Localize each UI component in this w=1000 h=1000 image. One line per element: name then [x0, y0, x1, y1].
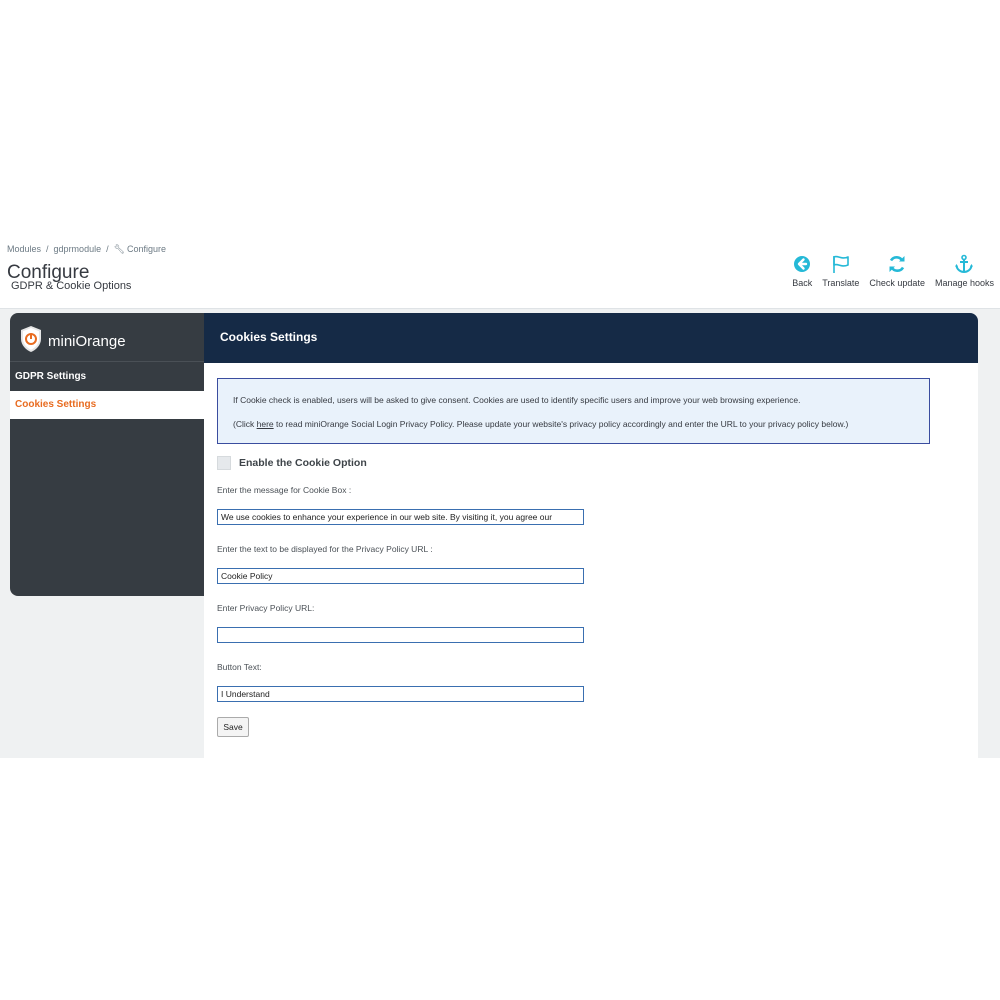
sidebar: miniOrange GDPR Settings Cookies Setting…: [10, 313, 208, 596]
anchor-icon: [955, 254, 974, 274]
info-box: If Cookie check is enabled, users will b…: [217, 378, 930, 444]
panel-header: Cookies Settings: [204, 313, 978, 363]
breadcrumb: Modules / gdprmodule / 🔧︎ Configure: [7, 244, 166, 255]
app-window: Modules / gdprmodule / 🔧︎ Configure Configure…: [0, 240, 1000, 758]
brand: miniOrange: [10, 313, 208, 362]
back-label: Back: [792, 278, 813, 288]
info-text-consent: If Cookie check is enabled, users will b…: [233, 395, 801, 405]
brand-name: miniOrange: [48, 333, 126, 350]
refresh-icon: [889, 256, 905, 272]
wrench-icon: 🔧︎: [113, 244, 126, 254]
translate-button[interactable]: Translate: [822, 254, 859, 288]
check-update-label: Check update: [869, 278, 925, 288]
breadcrumb-modules[interactable]: Modules: [7, 244, 41, 254]
policy-url-input[interactable]: [217, 627, 584, 643]
enable-cookie-label: Enable the Cookie Option: [239, 457, 367, 469]
button-text-label: Button Text:: [217, 662, 262, 672]
info-text-prefix: (Click: [233, 419, 257, 429]
info-text-policy: (Click here to read miniOrange Social Lo…: [233, 419, 848, 429]
policy-url-label: Enter Privacy Policy URL:: [217, 603, 315, 613]
cookie-message-input[interactable]: We use cookies to enhance your experienc…: [217, 509, 584, 525]
settings-form: If Cookie check is enabled, users will b…: [204, 363, 978, 758]
cookie-message-label: Enter the message for Cookie Box :: [217, 485, 352, 495]
translate-label: Translate: [822, 278, 860, 288]
info-text-suffix: to read miniOrange Social Login Privacy …: [273, 419, 849, 429]
breadcrumb-gdprmodule[interactable]: gdprmodule: [54, 244, 102, 254]
button-text-input[interactable]: I Understand: [217, 686, 584, 702]
manage-hooks-button[interactable]: Manage hooks: [935, 254, 994, 288]
breadcrumb-separator: /: [46, 244, 49, 254]
sidebar-item-gdpr-settings[interactable]: GDPR Settings: [10, 363, 208, 391]
back-button[interactable]: Back: [792, 254, 812, 288]
enable-cookie-option-row: Enable the Cookie Option: [217, 456, 367, 470]
panel-title: Cookies Settings: [220, 330, 318, 344]
policy-text-input[interactable]: Cookie Policy: [217, 568, 584, 584]
breadcrumb-configure: Configure: [127, 244, 167, 254]
flag-icon: [833, 255, 849, 273]
manage-hooks-label: Manage hooks: [934, 278, 994, 288]
arrow-left-circle-icon: [794, 256, 811, 272]
page-subtitle: GDPR & Cookie Options: [11, 280, 132, 292]
enable-cookie-checkbox[interactable]: [217, 456, 231, 470]
sidebar-item-cookies-settings[interactable]: Cookies Settings: [10, 391, 208, 419]
page-header: Modules / gdprmodule / 🔧︎ Configure Configure…: [0, 240, 1000, 309]
check-update-button[interactable]: Check update: [869, 254, 925, 288]
save-button[interactable]: Save: [217, 717, 249, 737]
breadcrumb-separator: /: [106, 244, 109, 254]
privacy-policy-link[interactable]: here: [257, 419, 274, 429]
toolbar: Back Translate Check update Manage hooks: [782, 254, 994, 288]
policy-text-label: Enter the text to be displayed for the P…: [217, 544, 433, 554]
miniorange-shield-logo-icon: [21, 326, 41, 352]
